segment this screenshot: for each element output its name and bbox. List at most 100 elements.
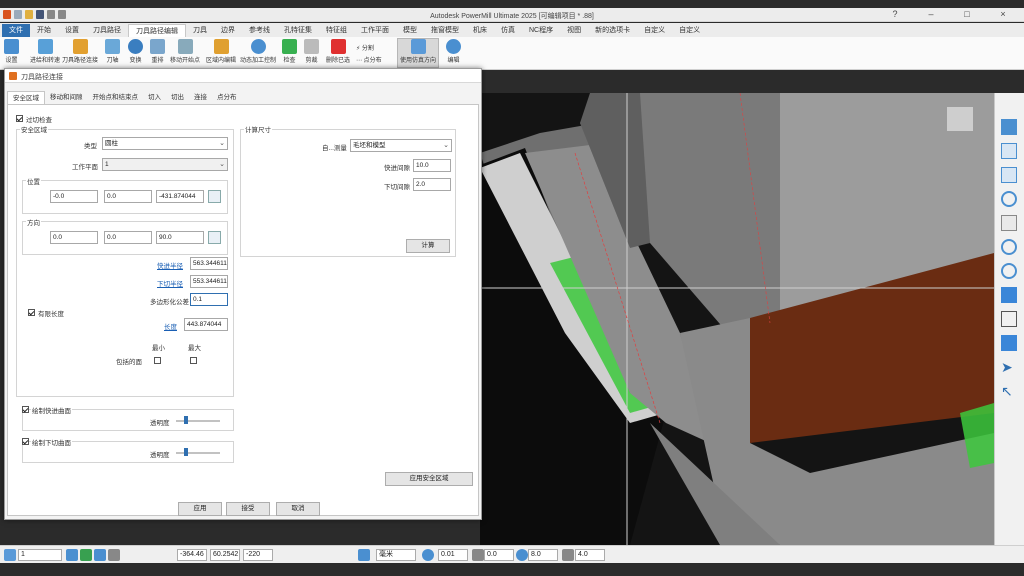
- ribbon-transform-button[interactable]: 变换: [128, 39, 143, 64]
- apply-button[interactable]: 应用: [178, 502, 222, 516]
- dialog-title-bar[interactable]: 刀具路径连接: [5, 69, 481, 83]
- ribbon-distribute-button[interactable]: ⋯ 点分布: [356, 55, 382, 64]
- ribbon-settings-button[interactable]: 设置: [4, 39, 19, 64]
- finite-length-checkbox[interactable]: [28, 309, 35, 316]
- units-select[interactable]: 毫米: [376, 549, 416, 561]
- view-box-icon[interactable]: [1001, 143, 1017, 159]
- tab-lead-in[interactable]: 切入: [143, 91, 166, 105]
- type-select[interactable]: 圆柱 ⌄: [102, 137, 228, 150]
- tab-file[interactable]: 文件: [2, 23, 30, 37]
- length-input[interactable]: 443.874044: [184, 318, 228, 331]
- tab-lead-out[interactable]: 切出: [166, 91, 189, 105]
- tab-machine[interactable]: 机床: [466, 24, 494, 37]
- workplane-select[interactable]: 1 ⌄: [102, 158, 228, 171]
- close-icon[interactable]: ×: [986, 9, 1020, 19]
- ribbon-clip-button[interactable]: 剪裁: [304, 39, 319, 64]
- accept-button[interactable]: 接受: [226, 502, 270, 516]
- ribbon-check-button[interactable]: 检查: [282, 39, 297, 64]
- 3d-viewport[interactable]: [480, 93, 994, 545]
- zoom-icon[interactable]: [1001, 191, 1017, 207]
- ribbon-delete-button[interactable]: 删除已选: [326, 39, 350, 64]
- plunge-transparency-slider[interactable]: [176, 452, 220, 454]
- gouge-check-checkbox[interactable]: [16, 115, 23, 122]
- stepover-input[interactable]: 8.0: [528, 549, 558, 561]
- plunge-gap-input[interactable]: 2.0: [413, 178, 451, 191]
- shaded-icon[interactable]: [1001, 287, 1017, 303]
- rapid-transparency-slider[interactable]: [176, 420, 220, 422]
- tab-holes[interactable]: 孔特征集: [277, 24, 319, 37]
- include-max-checkbox[interactable]: [190, 357, 197, 364]
- ribbon-move-start-button[interactable]: 移动开始点: [170, 39, 200, 64]
- help-icon[interactable]: ?: [878, 9, 912, 19]
- select-arrow-icon[interactable]: ➤: [1001, 359, 1017, 375]
- measure-from-select[interactable]: 毛坯和模型 ⌄: [350, 139, 452, 152]
- pick-position-icon[interactable]: [208, 190, 221, 203]
- tab-custom-2[interactable]: 自定义: [672, 24, 707, 37]
- tab-simulation[interactable]: 仿真: [494, 24, 522, 37]
- tolerance-input[interactable]: 0.01: [438, 549, 468, 561]
- rapid-radius-link[interactable]: 快进半径: [157, 260, 183, 270]
- tab-point-distribution[interactable]: 点分布: [212, 91, 242, 105]
- plunge-radius-link[interactable]: 下切半径: [157, 278, 183, 288]
- tab-setup[interactable]: 设置: [58, 24, 86, 37]
- tab-safe-area[interactable]: 安全区域: [7, 91, 45, 105]
- include-min-checkbox[interactable]: [154, 357, 161, 364]
- tab-nc-programs[interactable]: NC程序: [522, 24, 560, 37]
- draw-plunge-surface-checkbox[interactable]: [22, 438, 29, 445]
- layer-select[interactable]: 1: [18, 549, 62, 561]
- wireframe-icon[interactable]: [1001, 311, 1017, 327]
- calculate-button[interactable]: 计算: [406, 239, 450, 253]
- maximize-icon[interactable]: □: [950, 9, 984, 19]
- tab-new[interactable]: 新的选项卡: [588, 24, 637, 37]
- apply-safe-area-button[interactable]: 应用安全区域: [385, 472, 473, 486]
- ribbon-links-button[interactable]: 刀具路径连接: [62, 39, 98, 64]
- tab-reference-curves[interactable]: 参考线: [242, 24, 277, 37]
- direction-k-input[interactable]: 90.0: [156, 231, 204, 244]
- position-y-input[interactable]: 0.0: [104, 190, 152, 203]
- page-icon[interactable]: [1001, 215, 1017, 231]
- direction-j-input[interactable]: 0.0: [104, 231, 152, 244]
- tab-moves-gaps[interactable]: 移动和间隙: [45, 91, 88, 105]
- ruler-icon[interactable]: [108, 549, 120, 561]
- select-rotate-icon[interactable]: ↖: [1001, 383, 1017, 399]
- tab-custom-1[interactable]: 自定义: [637, 24, 672, 37]
- pick-direction-icon[interactable]: [208, 231, 221, 244]
- tab-start-end[interactable]: 开始点和结束点: [88, 91, 144, 105]
- ribbon-feeds-button[interactable]: 进给和转速: [30, 39, 60, 64]
- tab-stock-model[interactable]: 拖窗模型: [424, 24, 466, 37]
- rapid-transparency-thumb[interactable]: [184, 416, 188, 424]
- polygonise-tolerance-input[interactable]: 0.1: [190, 293, 228, 306]
- ribbon-edit-button[interactable]: 编辑: [446, 39, 461, 64]
- draw-rapid-surface-checkbox[interactable]: [22, 406, 29, 413]
- ribbon-dynamic-button[interactable]: 动态加工控制: [240, 39, 276, 64]
- snap-icon[interactable]: [94, 549, 106, 561]
- tab-boundary[interactable]: 边界: [214, 24, 242, 37]
- ribbon-sim-direction-button[interactable]: 使用仿真方向: [397, 38, 440, 68]
- zoom-fit-icon[interactable]: [1001, 263, 1017, 279]
- rapid-radius-input[interactable]: 563.344611: [190, 257, 228, 270]
- ribbon-reorder-button[interactable]: 重排: [150, 39, 165, 64]
- length-link[interactable]: 长度: [164, 321, 177, 331]
- ribbon-split-button[interactable]: ⚡ 分割: [356, 43, 374, 52]
- direction-i-input[interactable]: 0.0: [50, 231, 98, 244]
- tab-home[interactable]: 开始: [30, 24, 58, 37]
- tab-links[interactable]: 连接: [189, 91, 212, 105]
- plunge-transparency-thumb[interactable]: [184, 448, 188, 456]
- cancel-button[interactable]: 取消: [276, 502, 320, 516]
- minimize-icon[interactable]: –: [914, 9, 948, 19]
- tab-view[interactable]: 视图: [560, 24, 588, 37]
- thickness-input[interactable]: 0.0: [484, 549, 514, 561]
- tab-toolpath-edit[interactable]: 刀具路径编辑: [128, 23, 186, 37]
- tab-model[interactable]: 模型: [396, 24, 424, 37]
- plunge-radius-input[interactable]: 553.344611: [190, 275, 228, 288]
- position-x-input[interactable]: -0.0: [50, 190, 98, 203]
- shaded-edges-icon[interactable]: [1001, 335, 1017, 351]
- position-z-input[interactable]: -431.874044: [156, 190, 204, 203]
- ribbon-region-edit-button[interactable]: 区域内编辑: [206, 39, 236, 64]
- tab-toolpaths[interactable]: 刀具路径: [86, 24, 128, 37]
- zoom-box-icon[interactable]: [1001, 239, 1017, 255]
- tab-tool[interactable]: 刀具: [186, 24, 214, 37]
- tab-workplane[interactable]: 工作平面: [354, 24, 396, 37]
- angle-input[interactable]: 4.0: [575, 549, 605, 561]
- rapid-gap-input[interactable]: 10.0: [413, 159, 451, 172]
